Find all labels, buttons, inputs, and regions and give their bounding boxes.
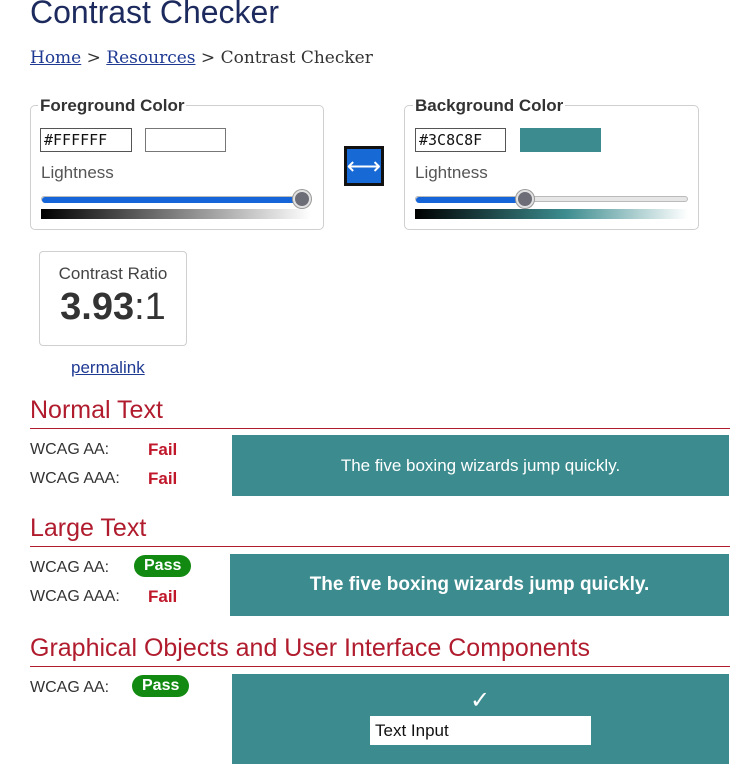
swap-colors-button[interactable]: ⟷ [344,146,384,186]
large-aa-result: Pass [134,555,192,577]
contrast-ratio-value: 3.93:1 [40,286,186,329]
contrast-ratio-suffix: :1 [134,286,166,328]
large-text-divider [30,546,730,547]
normal-text-heading: Normal Text [30,396,163,424]
breadcrumb-current: Contrast Checker [220,48,373,68]
large-text-heading: Large Text [30,514,147,542]
background-color-swatch[interactable] [520,128,601,152]
swap-arrows-icon: ⟷ [346,152,382,180]
page-title: Contrast Checker [30,0,279,30]
large-aaa-result: Fail [148,587,178,606]
checkmark-icon: ✓ [470,687,491,714]
normal-text-divider [30,428,730,429]
large-text-sample: The five boxing wizards jump quickly. [230,554,729,616]
normal-text-sample: The five boxing wizards jump quickly. [232,435,729,496]
background-lightness-label: Lightness [415,163,488,182]
normal-aaa-label: WCAG AAA: [30,470,120,487]
contrast-ratio-label: Contrast Ratio [58,264,168,283]
breadcrumb: Home > Resources > Contrast Checker [30,48,373,68]
foreground-lightness-fill [42,197,310,203]
normal-aaa-result: Fail [148,469,178,488]
normal-aa-label: WCAG AA: [30,441,110,458]
sample-text-input[interactable] [370,716,591,745]
foreground-hex-input[interactable] [40,128,132,152]
breadcrumb-separator: > [86,48,101,68]
breadcrumb-resources-link[interactable]: Resources [106,48,195,68]
background-legend: Background Color [413,96,566,116]
graphical-aa-result: Pass [132,675,190,697]
background-lightness-fill [416,197,525,203]
large-aaa-label: WCAG AAA: [30,588,120,605]
graphical-aa-label: WCAG AA: [30,679,110,696]
background-lightness-slider[interactable] [415,196,688,203]
normal-aa-result: Fail [148,440,178,459]
graphical-objects-heading: Graphical Objects and User Interface Com… [30,634,590,662]
breadcrumb-home-link[interactable]: Home [30,48,81,68]
breadcrumb-separator: > [200,48,216,68]
background-lightness-thumb[interactable] [516,190,534,208]
permalink-link[interactable]: permalink [71,358,145,378]
foreground-color-swatch[interactable] [145,128,226,152]
background-lightness-gradient [415,209,688,219]
foreground-lightness-label: Lightness [41,163,114,182]
foreground-legend: Foreground Color [38,96,187,116]
foreground-lightness-slider[interactable] [41,196,311,203]
contrast-ratio-box: Contrast Ratio 3.93:1 [39,251,187,346]
contrast-ratio-number: 3.93 [60,286,135,328]
large-aa-label: WCAG AA: [30,559,110,576]
foreground-lightness-thumb[interactable] [293,190,311,208]
graphical-objects-divider [30,666,730,667]
foreground-lightness-gradient [41,209,311,219]
background-hex-input[interactable] [415,128,506,152]
